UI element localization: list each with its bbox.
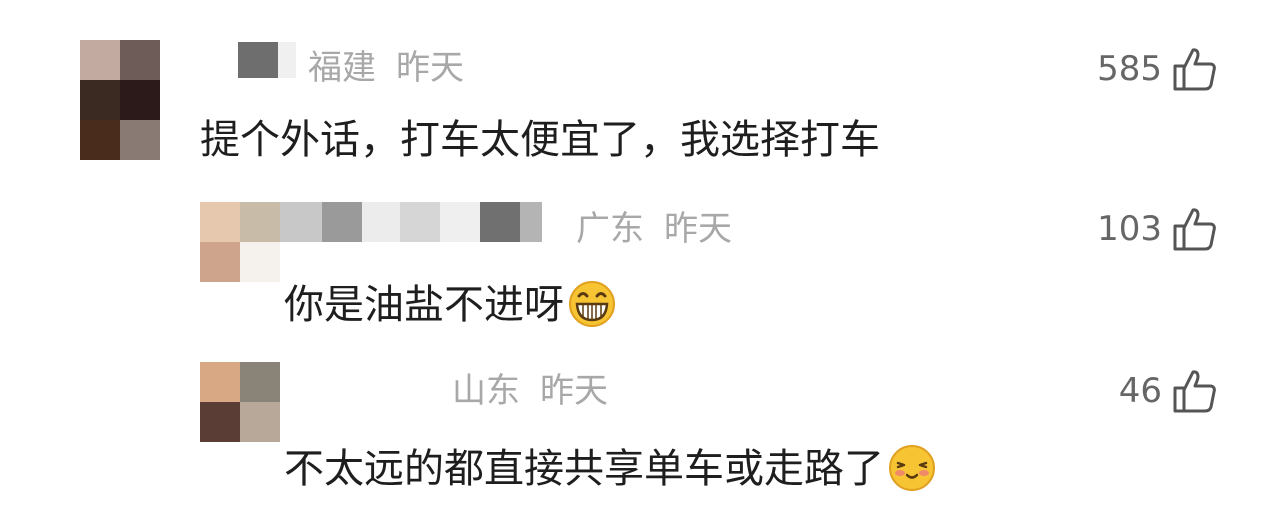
comment-text-content: 不太远的都直接共享单车或走路了 — [284, 446, 884, 492]
redaction-block — [278, 42, 296, 78]
location-label: 山东 — [452, 371, 520, 411]
avatar-pixel — [120, 80, 160, 120]
avatar-pixel — [240, 242, 280, 282]
avatar[interactable] — [200, 202, 280, 282]
avatar-pixel — [80, 120, 120, 160]
avatar-pixel — [120, 120, 160, 160]
avatar-pixel — [120, 40, 160, 80]
avatar[interactable] — [200, 362, 280, 442]
thumbs-up-icon — [1173, 208, 1216, 251]
comment: 福建 昨天 提个外话，打车太便宜了，我选择打车 585 — [0, 0, 1284, 200]
username-redacted[interactable] — [280, 202, 565, 242]
comment-text: 提个外话，打车太便宜了，我选择打车 — [200, 117, 880, 163]
username-redacted[interactable] — [280, 364, 440, 402]
redaction-block — [480, 202, 520, 242]
avatar-pixel — [80, 40, 120, 80]
thumbs-up-icon — [1173, 48, 1216, 91]
grinning-face-icon — [569, 281, 615, 327]
redaction-block — [280, 364, 440, 402]
avatar-pixel — [200, 402, 240, 442]
username-redacted[interactable] — [238, 42, 298, 80]
avatar-pixel — [200, 362, 240, 402]
like-button[interactable]: 46 — [1119, 368, 1218, 414]
redaction-block — [520, 202, 542, 242]
like-button[interactable]: 103 — [1097, 206, 1218, 252]
redaction-block — [238, 42, 278, 78]
avatar-pixel — [240, 362, 280, 402]
time-label: 昨天 — [540, 371, 608, 411]
location-label: 广东 — [576, 209, 644, 249]
comment-meta: 福建 昨天 — [308, 51, 464, 85]
avatar[interactable] — [80, 40, 160, 160]
avatar-pixel — [80, 80, 120, 120]
like-count: 585 — [1097, 49, 1162, 89]
time-label: 昨天 — [664, 209, 732, 249]
redaction-block — [280, 202, 322, 242]
comment-text-content: 你是油盐不进呀 — [284, 282, 564, 328]
like-count: 103 — [1097, 209, 1162, 249]
comment-meta: 山东 昨天 — [452, 374, 608, 408]
avatar-pixel — [240, 202, 280, 242]
comment-text: 不太远的都直接共享单车或走路了 — [284, 444, 936, 492]
redaction-block — [440, 202, 480, 242]
comment-meta: 广东 昨天 — [576, 212, 732, 246]
redaction-block — [400, 202, 440, 242]
thumbs-up-icon — [1173, 370, 1216, 413]
location-label: 福建 — [308, 48, 376, 88]
avatar-pixel — [200, 202, 240, 242]
redaction-block — [362, 202, 400, 242]
comment-text: 你是油盐不进呀 — [284, 280, 616, 328]
like-count: 46 — [1118, 371, 1162, 411]
blushing-face-icon — [889, 445, 935, 491]
like-button[interactable]: 585 — [1097, 46, 1218, 92]
time-label: 昨天 — [396, 48, 464, 88]
reply-comment: 广东 昨天 你是油盐不进呀 103 — [0, 190, 1284, 350]
avatar-pixel — [200, 242, 240, 282]
redaction-block — [322, 202, 362, 242]
avatar-pixel — [240, 402, 280, 442]
reply-comment: 山东 昨天 不太远的都直接共享单车或走路了 46 — [0, 350, 1284, 520]
